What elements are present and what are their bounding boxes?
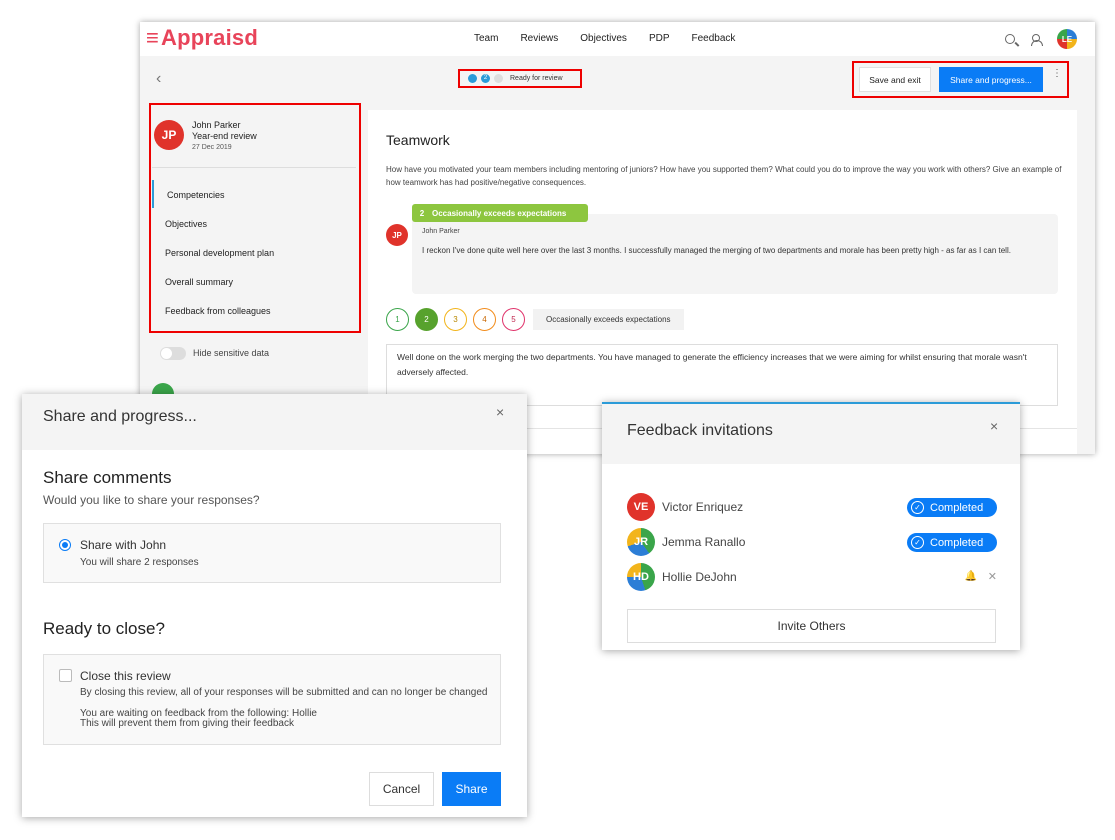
status-text: Ready for review: [510, 75, 563, 82]
step-2-icon: 2: [481, 74, 490, 83]
review-type: Year-end review: [192, 131, 257, 141]
back-arrow-icon[interactable]: ‹: [156, 70, 161, 88]
rating-option-5[interactable]: 5: [502, 308, 525, 331]
rating-option-3[interactable]: 3: [444, 308, 467, 331]
step-complete-icon: [468, 74, 477, 83]
nav-item-team[interactable]: Team: [474, 33, 498, 44]
more-options-icon[interactable]: ⋮: [1052, 69, 1062, 79]
nav-item-reviews[interactable]: Reviews: [520, 33, 558, 44]
nav-item-objectives[interactable]: Objectives: [580, 33, 627, 44]
check-icon: ✓: [911, 501, 924, 514]
invitee-name: Jemma Ranallo: [662, 535, 746, 549]
share-option-sub: You will share 2 responses: [80, 557, 199, 568]
status-badge: ✓ Completed: [907, 498, 997, 517]
user-avatar[interactable]: LE: [1057, 29, 1077, 49]
invitee-row: HD Hollie DeJohn 🔔 ✕: [627, 563, 997, 591]
close-icon[interactable]: ×: [496, 404, 504, 420]
avatar: JP: [386, 224, 408, 246]
save-and-exit-button[interactable]: Save and exit: [859, 67, 931, 92]
bell-icon[interactable]: 🔔: [965, 571, 977, 582]
active-indicator: [152, 180, 154, 208]
share-and-progress-button[interactable]: Share and progress...: [939, 67, 1043, 92]
share-option-label: Share with John: [80, 538, 167, 552]
reviewee-header: JP John Parker Year-end review 27 Dec 20…: [154, 120, 257, 151]
review-date: 27 Dec 2019: [192, 144, 232, 151]
toggle-label: Hide sensitive data: [193, 348, 270, 358]
question-text: How have you motivated your team members…: [386, 165, 1062, 187]
share-comments-heading: Share comments: [43, 468, 172, 487]
main-menu: Team Reviews Objectives PDP Feedback: [474, 33, 757, 44]
invitee-row: VE Victor Enriquez ✓ Completed: [627, 493, 997, 521]
invitee-name: Hollie DeJohn: [662, 570, 737, 584]
remove-icon[interactable]: ✕: [988, 570, 997, 583]
modal-title: Share and progress...: [43, 408, 197, 425]
sidebar-item-competencies[interactable]: Competencies: [167, 190, 225, 200]
invite-others-button[interactable]: Invite Others: [627, 609, 996, 643]
nav-item-feedback[interactable]: Feedback: [692, 33, 736, 44]
modal-header: Feedback invitations ×: [602, 404, 1020, 464]
share-progress-modal: Share and progress... × Share comments W…: [22, 394, 527, 817]
close-icon[interactable]: ×: [990, 418, 998, 434]
nav-item-pdp[interactable]: PDP: [649, 33, 670, 44]
share-with-option[interactable]: Share with John You will share 2 respons…: [43, 523, 501, 583]
rating-selector: 1 2 3 4 5 Occasionally exceeds expectati…: [386, 308, 684, 331]
check-icon: ✓: [911, 536, 924, 549]
modal-header: Share and progress... ×: [22, 394, 527, 450]
share-comments-subtitle: Would you like to share your responses?: [43, 493, 260, 507]
close-review-checkbox[interactable]: [59, 669, 72, 682]
hide-sensitive-toggle[interactable]: [160, 347, 186, 360]
nav-actions: LE: [1005, 29, 1077, 49]
invitee-row: JR Jemma Ranallo ✓ Completed: [627, 528, 997, 556]
app-logo[interactable]: ≡Appraisd: [146, 25, 258, 51]
status-badge: ✓ Completed: [907, 533, 997, 552]
section-title: Teamwork: [386, 132, 450, 148]
rating-option-2[interactable]: 2: [415, 308, 438, 331]
sidebar-item-pdp[interactable]: Personal development plan: [165, 248, 274, 258]
share-radio[interactable]: [59, 539, 71, 551]
rating-badge: 2 Occasionally exceeds expectations: [412, 204, 588, 222]
selected-rating-label: Occasionally exceeds expectations: [533, 309, 684, 330]
people-settings-icon[interactable]: [1031, 33, 1045, 46]
person-name: John Parker: [192, 120, 241, 130]
comment-text: I reckon I've done quite well here over …: [422, 246, 1011, 255]
sidebar-item-overall-summary[interactable]: Overall summary: [165, 277, 233, 287]
step-pending-icon: [494, 74, 503, 83]
avatar: JP: [154, 120, 184, 150]
top-nav: ≡Appraisd Team Reviews Objectives PDP Fe…: [140, 22, 1095, 56]
rating-option-4[interactable]: 4: [473, 308, 496, 331]
close-option-line-3: This will prevent them from giving their…: [80, 718, 294, 729]
rating-option-1[interactable]: 1: [386, 308, 409, 331]
feedback-invitations-modal: Feedback invitations × VE Victor Enrique…: [602, 402, 1020, 650]
avatar: JR: [627, 528, 655, 556]
sidebar-item-feedback[interactable]: Feedback from colleagues: [165, 306, 271, 316]
comment-author: John Parker: [422, 228, 460, 235]
app-window: ≡Appraisd Team Reviews Objectives PDP Fe…: [140, 22, 1095, 454]
share-button[interactable]: Share: [442, 772, 501, 806]
close-review-option[interactable]: Close this review By closing this review…: [43, 654, 501, 745]
modal-title: Feedback invitations: [627, 422, 773, 439]
invitee-name: Victor Enriquez: [662, 500, 744, 514]
close-option-label: Close this review: [80, 669, 171, 683]
divider: [152, 167, 356, 168]
avatar: VE: [627, 493, 655, 521]
cancel-button[interactable]: Cancel: [369, 772, 434, 806]
sidebar-item-objectives[interactable]: Objectives: [165, 219, 207, 229]
avatar: HD: [627, 563, 655, 591]
ready-to-close-heading: Ready to close?: [43, 619, 165, 638]
review-status-indicator: 2 Ready for review: [458, 69, 582, 88]
close-option-line-1: By closing this review, all of your resp…: [80, 687, 488, 698]
search-icon[interactable]: [1005, 34, 1015, 44]
